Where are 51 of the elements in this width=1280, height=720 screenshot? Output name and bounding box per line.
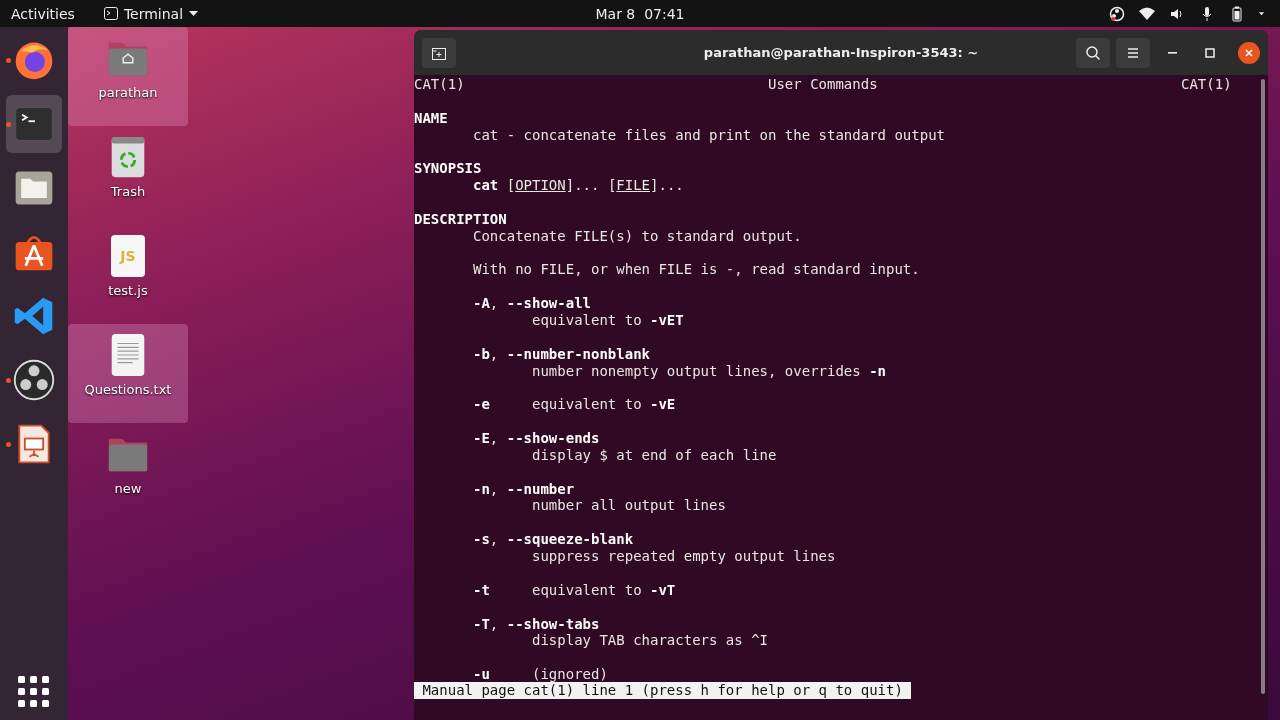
javascript-file-icon: JS [111,235,145,277]
man-text-line: -A, --show-all [473,295,591,313]
man-text-line: number nonempty output lines, overrides -n [532,362,886,380]
man-text-line: With no FILE, or when FILE is -, read standard input. [473,261,920,279]
man-text-line: -t equivalent to -vT [473,581,676,599]
caret-icon [189,10,199,17]
desktop-icon[interactable]: Trash [68,126,188,225]
man-header-text: CAT(1) [414,76,465,93]
minimize-icon [1167,51,1177,54]
desktop-icon[interactable]: new [68,423,188,522]
man-text-line: display TAB characters as ^I [532,632,768,650]
maximize-icon [1205,47,1215,58]
app-grid-icon[interactable] [18,676,50,708]
man-text-line: Concatenate FILE(s) to standard output. [473,227,802,245]
search-icon [1085,44,1101,61]
obs-icon [12,358,56,402]
desktop-icon[interactable]: parathan [68,27,188,126]
man-text-line: -n, --number [473,480,575,498]
desktop-icon[interactable]: JS test.js [68,225,188,324]
man-text-line: -u (ignored) [473,666,608,683]
new-tab-button[interactable] [422,37,456,68]
menu-button[interactable] [1116,37,1150,68]
man-text-line: cat [OPTION]... [FILE]... [473,177,684,194]
man-text-line: equivalent to -vET [532,312,684,329]
clock[interactable]: Mar 8 07:41 [595,5,685,22]
man-header-text: User Commands [768,76,878,93]
man-text-line: -e equivalent to -vE [473,396,676,414]
app-menu[interactable]: Terminal [103,5,199,22]
wifi-icon[interactable] [1139,5,1155,22]
section-heading: DESCRIPTION [414,210,507,228]
window-title: parathan@parathan-Inspiron-3543: ~ [703,45,979,60]
man-text-line: number all output lines [532,497,726,515]
battery-icon[interactable] [1229,5,1245,22]
man-text-line: -s, --squeeze-blank [473,531,634,549]
man-text-line: -E, --show-ends [473,430,600,447]
man-text-line: display $ at end of each line [532,446,777,464]
search-button[interactable] [1076,37,1110,68]
activities-button[interactable]: Activities [0,5,86,22]
man-text-line: -T, --show-tabs [473,615,600,633]
desktop-icon[interactable]: Questions.txt [68,324,188,423]
section-heading: SYNOPSIS [414,160,482,178]
man-text-line: cat - concatenate files and print on the standard output [473,126,945,144]
scrollbar[interactable] [1261,79,1265,694]
close-icon [1244,47,1254,58]
man-header-text: CAT(1) [1181,76,1232,93]
man-text-line: -b, --number-nonblank [473,345,650,363]
obs-tray-icon[interactable] [1109,5,1125,22]
man-text-line: suppress repeated empty output lines [532,548,836,565]
section-heading: NAME [414,109,448,127]
close-button[interactable] [1238,41,1260,64]
terminal-icon [103,7,118,20]
